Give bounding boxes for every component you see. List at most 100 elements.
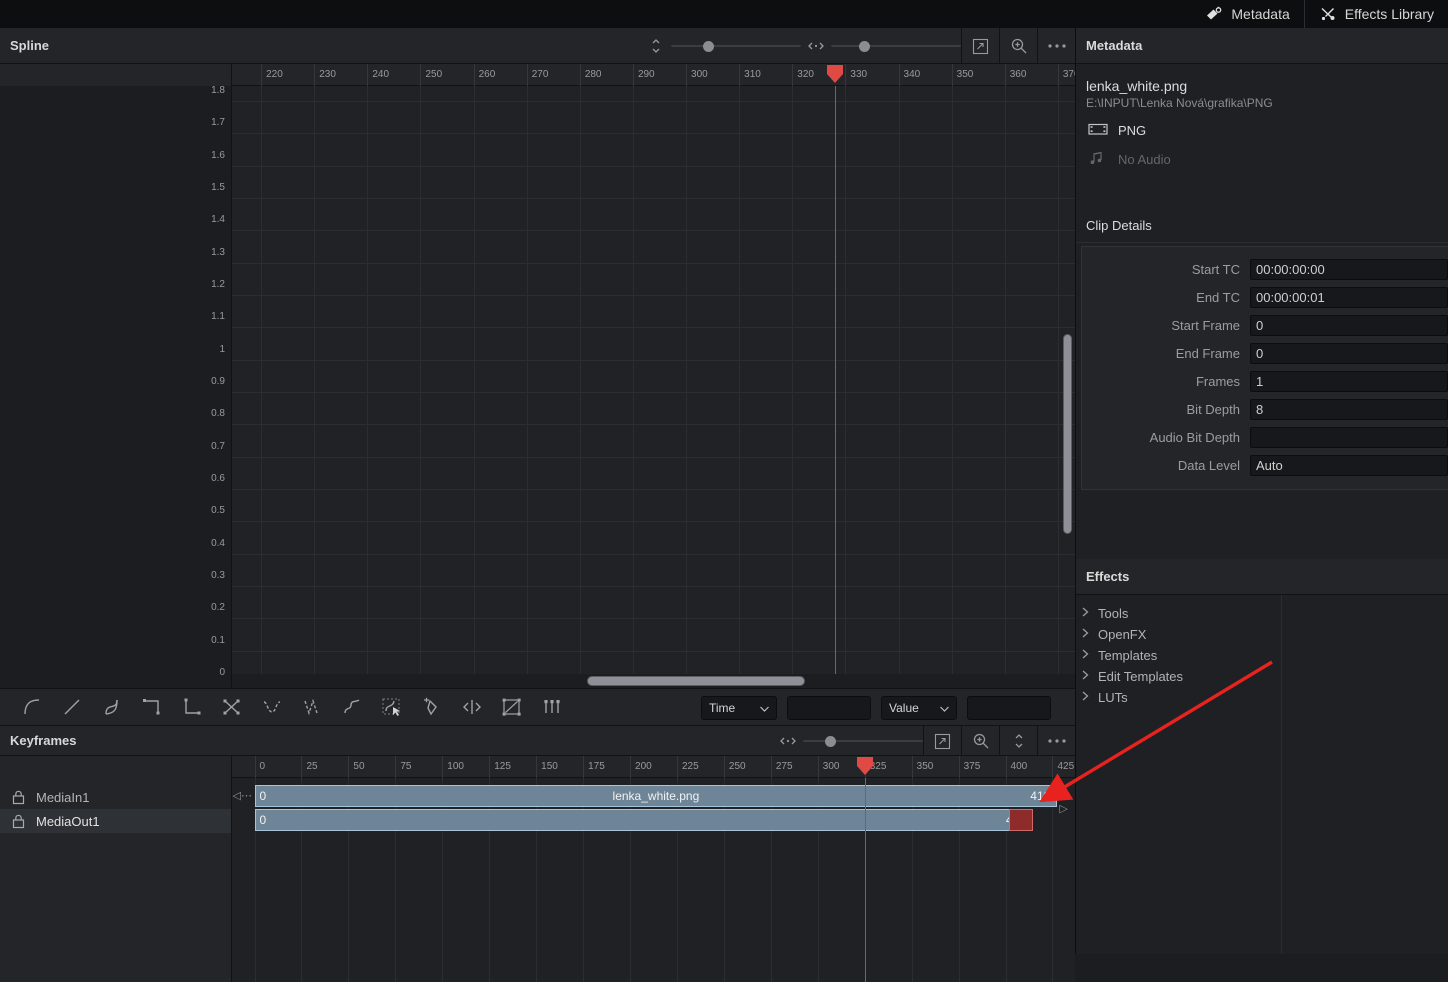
keyframes-body: MediaIn1 MediaOut1 0 25 50 75 100 125 150 175 200… — [0, 756, 1075, 982]
relative-icon[interactable] — [332, 688, 372, 726]
reverse-icon[interactable] — [212, 688, 252, 726]
effects-tree-item[interactable]: Tools — [1076, 603, 1281, 624]
keyframes-ruler-tick: 50 — [348, 756, 365, 778]
keyframes-ruler-tick: 25 — [301, 756, 318, 778]
spline-panel-title: Spline — [10, 38, 50, 53]
keyframes-playhead[interactable] — [864, 778, 866, 982]
effects-content-pane[interactable] — [1282, 595, 1448, 954]
effects-tree-item[interactable]: Edit Templates — [1076, 666, 1281, 687]
clip-detail-input[interactable]: 0 — [1250, 342, 1448, 364]
clip-detail-input[interactable]: 8 — [1250, 398, 1448, 420]
keyframes-clip[interactable]: 0 lenka_white.png 418 — [254, 785, 1058, 807]
time-stretch-icon[interactable] — [532, 688, 572, 726]
spline-ruler-tick: 270 — [526, 64, 548, 86]
clip-detail-input[interactable] — [1250, 426, 1448, 448]
keyframes-ruler-tick: 125 — [489, 756, 511, 778]
spline-ruler-tick: 320 — [792, 64, 814, 86]
spline-y-tick: 0.5 — [211, 505, 225, 517]
clip-trim-in-handle[interactable]: ◁⋯ — [233, 789, 252, 802]
metadata-file-path: E:\INPUT\Lenka Nová\grafika\PNG — [1086, 96, 1273, 110]
value-dropdown-label: Value — [889, 701, 919, 715]
clip-detail-input[interactable]: 00:00:00:01 — [1250, 286, 1448, 308]
more-options-icon[interactable] — [1037, 28, 1075, 64]
lock-icon[interactable] — [0, 790, 36, 805]
effects-panel-title: Effects — [1076, 559, 1448, 595]
keyframes-time-ruler[interactable]: 0 25 50 75 100 125 150 175 200 225 250 275 300 325 350… — [232, 756, 1075, 778]
spline-vertical-zoom-slider[interactable] — [671, 28, 801, 64]
effects-tree-item-label: Tools — [1098, 606, 1129, 621]
zoom-icon[interactable] — [961, 726, 999, 756]
more-options-icon[interactable] — [1037, 726, 1075, 756]
step-in-icon[interactable] — [132, 688, 172, 726]
spline-vertical-scrollbar[interactable] — [1063, 334, 1072, 534]
spline-y-tick: 0.2 — [211, 602, 225, 614]
clip-trim-out-handle[interactable]: ⋯▷ — [1059, 789, 1075, 815]
clip-start-frame: 0 — [259, 813, 267, 827]
horizontal-fit-icon[interactable] — [773, 726, 803, 756]
clip-end-frame: 418 — [1030, 789, 1051, 803]
spline-plot-area[interactable] — [232, 86, 1075, 688]
keyframes-playhead-handle[interactable] — [856, 756, 874, 776]
spline-ruler-tick: 230 — [314, 64, 336, 86]
value-dropdown[interactable]: Value — [881, 696, 957, 720]
spline-graph[interactable]: 1.8 1.7 1.6 1.5 1.4 1.3 1.2 1.1 1 0.9 0.8 0.7 0.6 0.5… — [0, 64, 1075, 688]
zoom-icon[interactable] — [999, 28, 1037, 64]
keyframes-clip[interactable]: 0405 — [254, 809, 1033, 831]
bounding-box-icon[interactable] — [492, 688, 532, 726]
chevron-right-icon[interactable] — [1082, 607, 1098, 620]
vertical-fit-icon[interactable] — [641, 28, 671, 64]
clip-detail-input[interactable]: Auto — [1250, 454, 1448, 476]
chevron-right-icon[interactable] — [1082, 649, 1098, 662]
effects-tree-item[interactable]: Templates — [1076, 645, 1281, 666]
clip-detail-input[interactable]: 00:00:00:00 — [1250, 258, 1448, 280]
smooth-icon[interactable] — [12, 688, 52, 726]
keyframes-end-block[interactable] — [1008, 809, 1033, 831]
film-strip-icon — [1088, 122, 1108, 139]
chevron-right-icon[interactable] — [1082, 670, 1098, 683]
clip-detail-row: Data Level Auto — [1082, 451, 1448, 479]
spline-ruler-tick: 330 — [845, 64, 867, 86]
spline-playhead[interactable] — [834, 86, 836, 688]
clip-detail-input[interactable]: 0 — [1250, 314, 1448, 336]
keyframes-track-area[interactable]: 0 25 50 75 100 125 150 175 200 225 250 275 300 325 350… — [232, 756, 1075, 982]
spline-y-tick: 1.5 — [211, 182, 225, 193]
ease-icon[interactable] — [92, 688, 132, 726]
lock-icon[interactable] — [0, 814, 36, 829]
effects-tree-item[interactable]: OpenFX — [1076, 624, 1281, 645]
time-dropdown[interactable]: Time — [701, 696, 777, 720]
spline-ruler-tick: 220 — [261, 64, 283, 86]
time-input[interactable] — [787, 696, 871, 720]
vertical-fit-icon[interactable] — [999, 726, 1037, 756]
expand-icon[interactable] — [923, 726, 961, 756]
loop-icon[interactable] — [252, 688, 292, 726]
chevron-right-icon[interactable] — [1082, 691, 1098, 704]
spline-horizontal-scrollbar[interactable] — [587, 676, 805, 686]
keyframes-ruler-tick: 250 — [723, 756, 746, 778]
clip-detail-input[interactable]: 1 — [1250, 370, 1448, 392]
select-box-icon[interactable] — [372, 688, 412, 726]
clip-detail-label: Start Frame — [1171, 317, 1240, 333]
keyframes-zoom-slider[interactable] — [803, 726, 923, 756]
effects-tree-item-label: LUTs — [1098, 690, 1128, 705]
right-panel: Metadata lenka_white.png E:\INPUT\Lenka … — [1075, 28, 1448, 954]
tab-metadata[interactable]: Metadata — [1191, 0, 1303, 28]
clip-name: lenka_white.png — [612, 789, 700, 803]
ping-pong-icon[interactable] — [292, 688, 332, 726]
flatten-icon[interactable] — [452, 688, 492, 726]
spline-playhead-handle[interactable] — [826, 64, 844, 84]
effects-tree-item-label: OpenFX — [1098, 627, 1147, 642]
value-input[interactable] — [967, 696, 1051, 720]
tab-effects-library[interactable]: Effects Library — [1303, 0, 1448, 28]
keyframes-track-name-row[interactable]: MediaOut1 — [0, 809, 231, 833]
clip-detail-label: Bit Depth — [1186, 401, 1240, 417]
keyframes-track-name-row[interactable]: MediaIn1 — [0, 785, 231, 809]
pen-icon[interactable] — [412, 688, 452, 726]
horizontal-fit-icon[interactable] — [801, 28, 831, 64]
spline-horizontal-zoom-slider[interactable] — [831, 28, 961, 64]
metadata-audio-row: No Audio — [1076, 151, 1448, 168]
step-out-icon[interactable] — [172, 688, 212, 726]
effects-tree-item[interactable]: LUTs — [1076, 687, 1281, 708]
expand-icon[interactable] — [961, 28, 999, 64]
chevron-right-icon[interactable] — [1082, 628, 1098, 641]
linear-icon[interactable] — [52, 688, 92, 726]
